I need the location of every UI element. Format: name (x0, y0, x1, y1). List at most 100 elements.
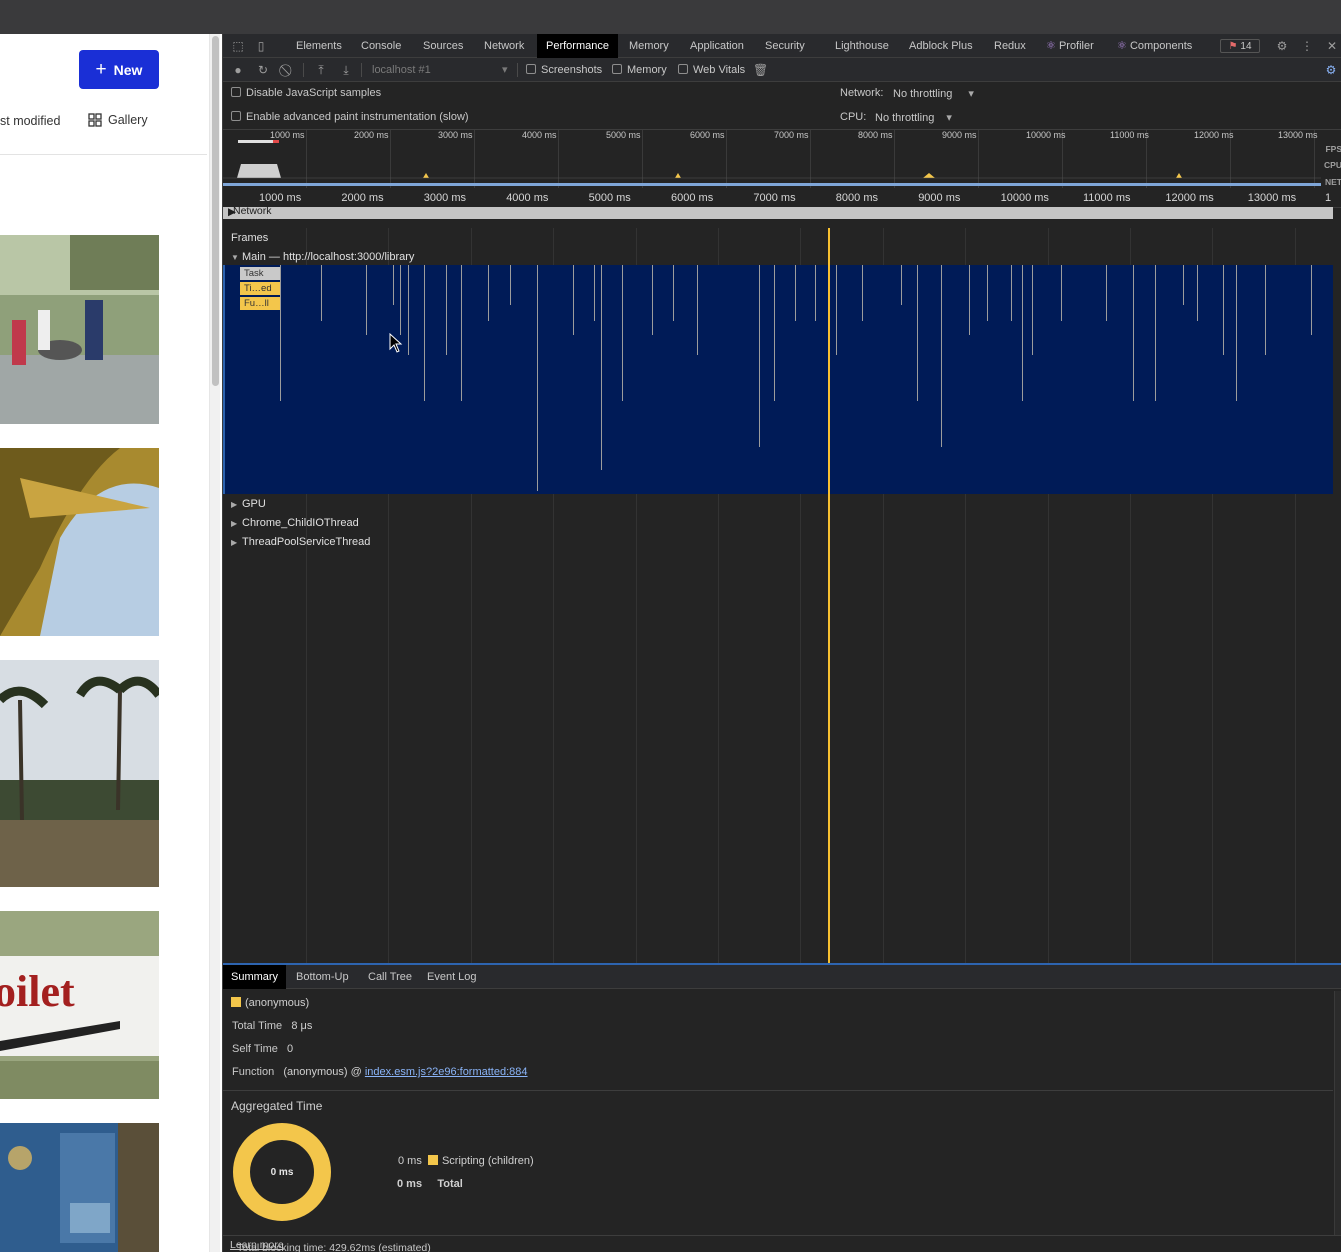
download-icon[interactable]: ⤓ (339, 63, 353, 77)
task-bar[interactable] (594, 265, 595, 321)
task-bar[interactable] (601, 265, 602, 470)
function-source-link[interactable]: index.esm.js?2e96:formatted:884 (365, 1066, 528, 1078)
target-select[interactable]: localhost #1 (372, 58, 431, 82)
tab-call-tree[interactable]: Call Tree (368, 965, 412, 989)
task-bar[interactable] (673, 265, 674, 321)
flame-chart[interactable]: Frames ▼ Main — http://localhost:3000/lib… (223, 228, 1341, 963)
task-bar[interactable] (573, 265, 574, 335)
main-track-label[interactable]: ▼ Main — http://localhost:3000/library (231, 251, 414, 263)
function-call-box[interactable]: Fu…ll (240, 297, 280, 310)
trash-icon[interactable]: 🗑 (753, 63, 768, 77)
task-bar[interactable] (321, 265, 322, 321)
gallery-photo[interactable] (0, 235, 159, 424)
issues-badge[interactable]: ⚑ 14 (1220, 39, 1260, 53)
tab-memory[interactable]: Memory (629, 34, 669, 58)
task-bar[interactable] (1032, 265, 1033, 355)
tab-components[interactable]: ⚛ Components (1117, 34, 1192, 58)
memory-checkbox[interactable]: Memory (612, 58, 667, 82)
task-bar[interactable] (1265, 265, 1266, 355)
task-bar[interactable] (461, 265, 462, 401)
task-bar[interactable] (1155, 265, 1156, 401)
task-bar[interactable] (446, 265, 447, 355)
tab-redux[interactable]: Redux (994, 34, 1026, 58)
task-bar[interactable] (393, 265, 394, 305)
gallery-photo[interactable] (0, 660, 159, 887)
inspect-element-icon[interactable]: ⬚ (231, 39, 245, 53)
app-scrollbar[interactable] (209, 34, 220, 1252)
tab-sources[interactable]: Sources (423, 34, 463, 58)
tab-profiler[interactable]: ⚛ Profiler (1046, 34, 1094, 58)
tab-bottom-up[interactable]: Bottom-Up (296, 965, 349, 989)
clear-icon[interactable]: ⃠ (281, 63, 295, 77)
task-bar[interactable] (862, 265, 863, 321)
network-throttle-select[interactable]: No throttling ▾ (893, 87, 974, 100)
reload-icon[interactable]: ↻ (256, 63, 270, 77)
frames-track-label[interactable]: Frames (231, 232, 268, 244)
task-bar[interactable] (408, 265, 409, 355)
scrollbar-thumb[interactable] (212, 36, 219, 386)
gallery-view-button[interactable]: Gallery (88, 113, 148, 127)
tab-network[interactable]: Network (484, 34, 524, 58)
tab-summary[interactable]: Summary (223, 965, 287, 989)
task-bar[interactable] (1183, 265, 1184, 305)
task-bar[interactable] (901, 265, 902, 305)
task-bar[interactable] (400, 265, 401, 335)
task-bar[interactable] (1106, 265, 1107, 321)
child-io-thread-label[interactable]: ▶ Chrome_ChildIOThread (231, 517, 359, 529)
tab-console[interactable]: Console (361, 34, 401, 58)
more-options-icon[interactable]: ⋮ (1300, 39, 1314, 53)
task-bar[interactable] (1197, 265, 1198, 321)
tab-application[interactable]: Application (690, 34, 744, 58)
timer-fired-box[interactable]: Ti…ed (240, 282, 280, 295)
task-bar[interactable] (941, 265, 942, 447)
task-bar[interactable] (1236, 265, 1237, 401)
overview-selection[interactable] (223, 183, 1321, 186)
task-bar[interactable] (1133, 265, 1134, 401)
gallery-photo[interactable] (0, 448, 159, 636)
task-bar[interactable] (280, 265, 281, 401)
task-bar[interactable] (1223, 265, 1224, 355)
sort-option[interactable]: st modified (0, 114, 60, 128)
task-bar[interactable] (987, 265, 988, 321)
gallery-photo[interactable] (0, 1123, 159, 1252)
main-thread-track[interactable]: Task Ti…ed Fu…ll (223, 265, 1333, 494)
task-bar[interactable] (697, 265, 698, 355)
disable-js-samples-checkbox[interactable]: Disable JavaScript samples (231, 87, 381, 99)
advanced-paint-checkbox[interactable]: Enable advanced paint instrumentation (s… (231, 111, 469, 123)
task-bar[interactable] (424, 265, 425, 401)
task-bar[interactable] (969, 265, 970, 335)
tab-adblock-plus[interactable]: Adblock Plus (909, 34, 973, 58)
task-bar[interactable] (1022, 265, 1023, 401)
gpu-track-label[interactable]: ▶ GPU (231, 498, 266, 510)
task-bar[interactable] (366, 265, 367, 335)
task-bar[interactable] (488, 265, 489, 321)
record-icon[interactable]: ● (231, 63, 245, 77)
task-bar[interactable] (652, 265, 653, 335)
web-vitals-checkbox[interactable]: Web Vitals (678, 58, 745, 82)
task-bar[interactable] (774, 265, 775, 401)
tab-event-log[interactable]: Event Log (427, 965, 477, 989)
tab-performance[interactable]: Performance (537, 34, 618, 58)
task-bar[interactable] (537, 265, 538, 491)
new-button[interactable]: + New (79, 50, 159, 89)
tab-lighthouse[interactable]: Lighthouse (835, 34, 889, 58)
task-bar[interactable] (1011, 265, 1012, 321)
close-icon[interactable]: ✕ (1325, 39, 1339, 53)
device-toolbar-icon[interactable]: ▯ (254, 39, 268, 53)
task-bar[interactable] (795, 265, 796, 321)
timeline-overview[interactable]: 1000 ms 2000 ms 3000 ms 4000 ms 5000 ms 6000 … (223, 130, 1341, 188)
tab-elements[interactable]: Elements (296, 34, 342, 58)
task-bar[interactable] (510, 265, 511, 305)
network-track[interactable]: ▶ Network (223, 205, 1333, 219)
task-box[interactable]: Task (240, 267, 280, 280)
task-bar[interactable] (1311, 265, 1312, 335)
task-bar[interactable] (759, 265, 760, 447)
tab-security[interactable]: Security (765, 34, 805, 58)
upload-icon[interactable]: ⤒ (314, 63, 328, 77)
thread-pool-thread-label[interactable]: ▶ ThreadPoolServiceThread (231, 536, 370, 548)
gear-icon[interactable]: ⚙ (1275, 39, 1289, 53)
task-bar[interactable] (917, 265, 918, 401)
task-bar[interactable] (815, 265, 816, 321)
task-bar[interactable] (836, 265, 837, 355)
screenshots-checkbox[interactable]: Screenshots (526, 58, 602, 82)
